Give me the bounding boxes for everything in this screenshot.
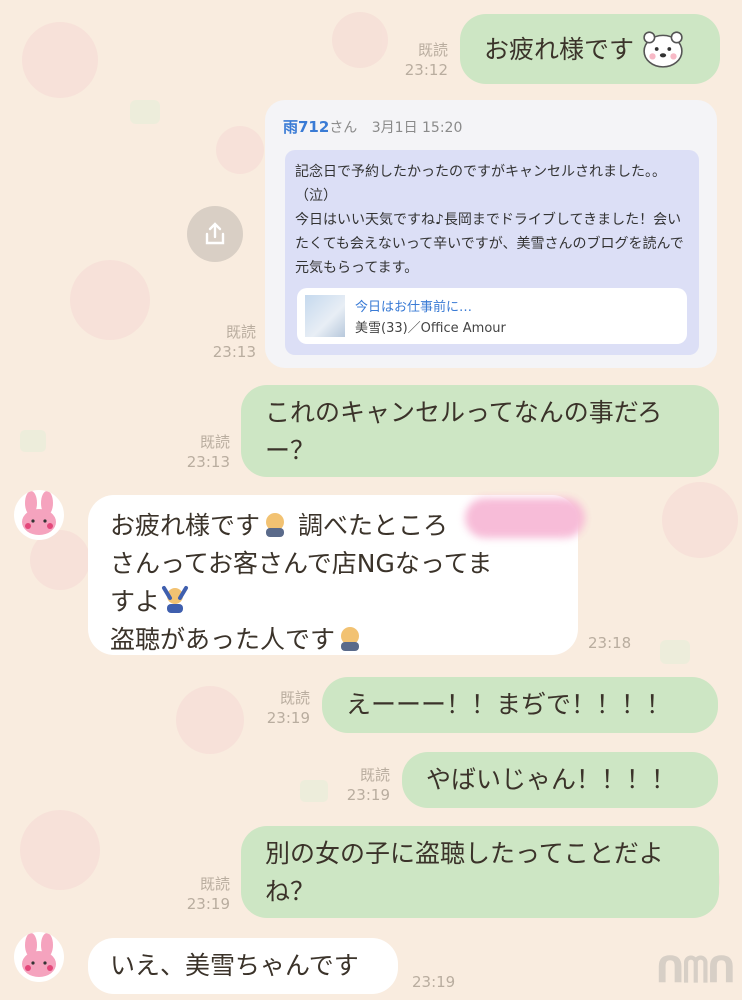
blog-link-author: 美雪(33)／Office Amour (355, 321, 506, 336)
read-receipt: 既読 23:13 (186, 433, 230, 471)
card-body: 記念日で予約したかったのですがキャンセルされました。。（泣） 今日はいい天気です… (285, 150, 699, 355)
watermark-logo: ᑎᗰᑎ (655, 950, 736, 991)
outgoing-message[interactable]: えーーー！！まぢで！！！！ (322, 677, 718, 733)
outgoing-message[interactable]: お疲れ様です (460, 14, 720, 84)
outgoing-message[interactable]: これのキャンセルってなんの事だろー？ (241, 385, 719, 477)
bowing-person-icon (335, 624, 365, 652)
message-time: 23:18 (588, 634, 632, 652)
blog-link-title: 今日はお仕事前に… (355, 300, 473, 315)
facepalm-person-icon (160, 584, 190, 613)
redacted-name (465, 498, 585, 538)
outgoing-message[interactable]: 別の女の子に盗聴したってことだよね？ (241, 826, 719, 918)
incoming-message[interactable]: いえ、美雪ちゃんです (88, 938, 398, 994)
blog-link[interactable]: 今日はお仕事前に… 美雪(33)／Office Amour (297, 288, 687, 344)
read-receipt: 既読 23:19 (186, 875, 230, 913)
read-receipt: 既読 23:19 (346, 766, 390, 804)
bowing-person-icon (260, 510, 290, 538)
rabbit-avatar[interactable] (14, 932, 64, 982)
shared-message-card[interactable]: 雨712さん 3月1日 15:20 記念日で予約したかったのですがキャンセルされ… (265, 100, 717, 368)
rabbit-icon (22, 491, 56, 535)
card-text: 記念日で予約したかったのですがキャンセルされました。。（泣） 今日はいい天気です… (295, 164, 684, 276)
message-time: 23:19 (412, 973, 456, 991)
read-receipt: 既読 23:19 (266, 689, 310, 727)
blog-thumbnail (305, 295, 345, 337)
outgoing-message[interactable]: やばいじゃん！！！！ (402, 752, 718, 808)
card-header: 雨712さん 3月1日 15:20 (283, 118, 463, 136)
sender-name[interactable]: 雨712 (283, 118, 329, 136)
bear-sticker-icon (643, 31, 683, 68)
share-button[interactable] (187, 206, 243, 262)
rabbit-icon (22, 933, 56, 977)
rabbit-avatar[interactable] (14, 490, 64, 540)
share-icon (205, 222, 225, 245)
card-date: 3月1日 15:20 (371, 120, 463, 136)
read-receipt: 既読 23:13 (212, 323, 256, 361)
read-receipt: 既読 23:12 (404, 41, 448, 79)
